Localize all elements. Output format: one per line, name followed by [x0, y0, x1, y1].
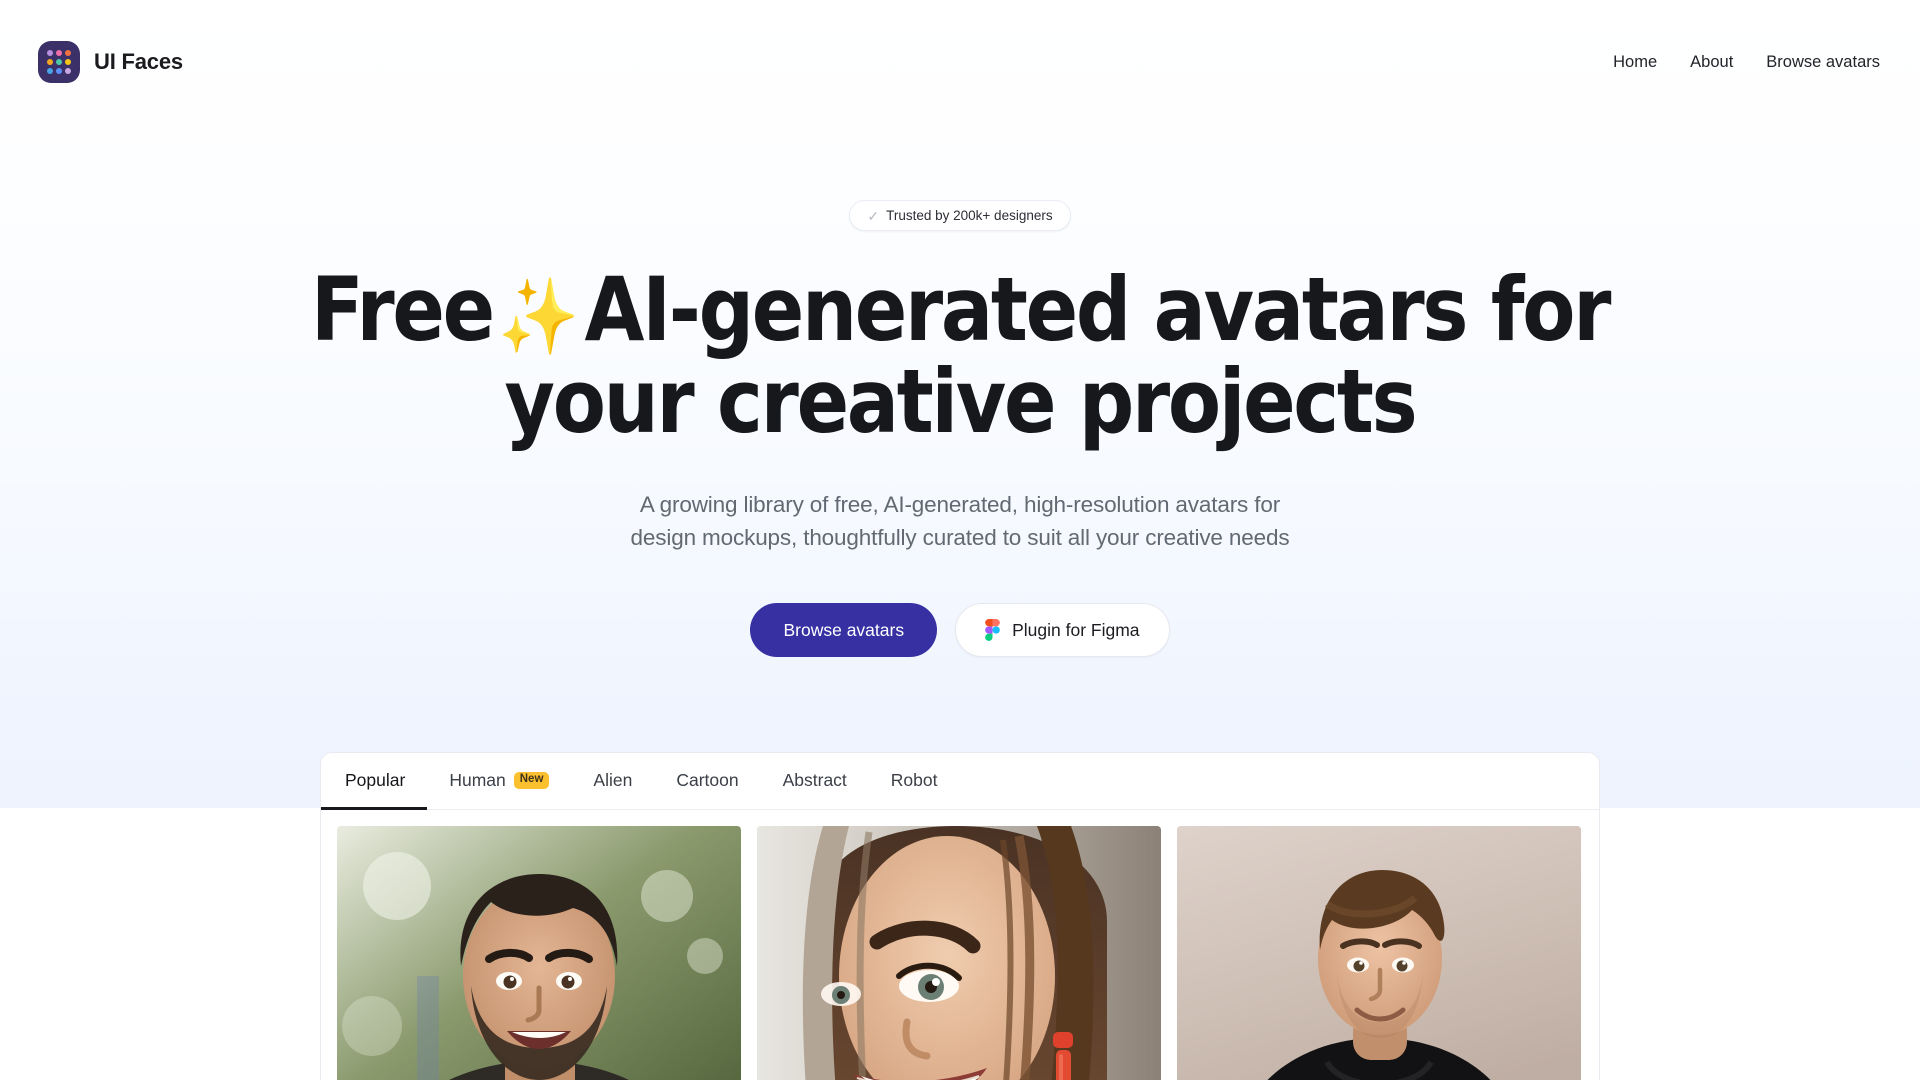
tab-abstract-label: Abstract — [782, 770, 847, 790]
tab-alien[interactable]: Alien — [571, 754, 654, 810]
sparkles-icon: ✨ — [498, 274, 580, 360]
tab-human[interactable]: Human New — [427, 754, 571, 810]
hero-subtitle-line-1: A growing library of free, AI-generated,… — [639, 492, 1281, 518]
hero-subtitle: A growing library of free, AI-generated,… — [0, 488, 1920, 554]
hero-section: ✓ Trusted by 200k+ designers Free✨AI-gen… — [0, 124, 1920, 658]
tab-popular[interactable]: Popular — [321, 754, 428, 810]
main-navigation: Home About Browse avatars — [1613, 53, 1880, 72]
avatar-young-man-black-hoodie[interactable] — [1177, 826, 1581, 1080]
plugin-for-figma-button-label: Plugin for Figma — [1012, 619, 1140, 640]
tab-abstract[interactable]: Abstract — [761, 754, 869, 810]
category-tabs: Popular Human New Alien Cartoon Abstract… — [321, 753, 1599, 810]
tab-robot-label: Robot — [890, 770, 938, 790]
avatar-grid — [321, 810, 1599, 1080]
figma-icon — [985, 619, 1000, 642]
hero-subtitle-line-2: design mockups, thoughtfully curated to … — [630, 525, 1290, 551]
headline-part-1: Free — [310, 258, 495, 361]
hero-cta-row: Browse avatars Plugin for Figma — [0, 603, 1920, 658]
trusted-badge: ✓ Trusted by 200k+ designers — [849, 200, 1071, 231]
brand-name: UI Faces — [94, 49, 183, 74]
tab-cartoon-label: Cartoon — [676, 770, 739, 790]
dot-grid-logo-icon — [38, 41, 80, 83]
tab-popular-label: Popular — [345, 770, 406, 790]
tab-human-label: Human — [449, 770, 506, 790]
headline-line-2: your creative projects — [504, 350, 1418, 454]
trusted-badge-label: Trusted by 200k+ designers — [886, 208, 1053, 223]
browse-avatars-button[interactable]: Browse avatars — [750, 603, 938, 658]
tab-human-new-badge: New — [513, 772, 550, 789]
plugin-for-figma-button[interactable]: Plugin for Figma — [955, 603, 1170, 658]
avatar-gallery-card: Popular Human New Alien Cartoon Abstract… — [320, 752, 1600, 1080]
browse-avatars-button-label: Browse avatars — [783, 619, 905, 640]
nav-item-browse-avatars[interactable]: Browse avatars — [1766, 53, 1880, 72]
page-title: Free✨AI-generated avatars for your creat… — [115, 264, 1805, 448]
avatar-smiling-bearded-man-outdoors[interactable] — [337, 826, 741, 1080]
site-header: UI Faces Home About Browse avatars — [0, 0, 1920, 124]
tab-alien-label: Alien — [593, 770, 633, 790]
tab-robot[interactable]: Robot — [869, 754, 960, 810]
nav-item-about[interactable]: About — [1690, 53, 1733, 72]
check-icon: ✓ — [867, 207, 880, 224]
headline-part-2: AI-generated avatars for — [584, 258, 1612, 361]
avatar-smiling-woman-red-earring[interactable] — [757, 826, 1161, 1080]
brand-logo-link[interactable]: UI Faces — [38, 41, 183, 83]
tab-cartoon[interactable]: Cartoon — [654, 754, 760, 810]
nav-item-home[interactable]: Home — [1613, 53, 1657, 72]
